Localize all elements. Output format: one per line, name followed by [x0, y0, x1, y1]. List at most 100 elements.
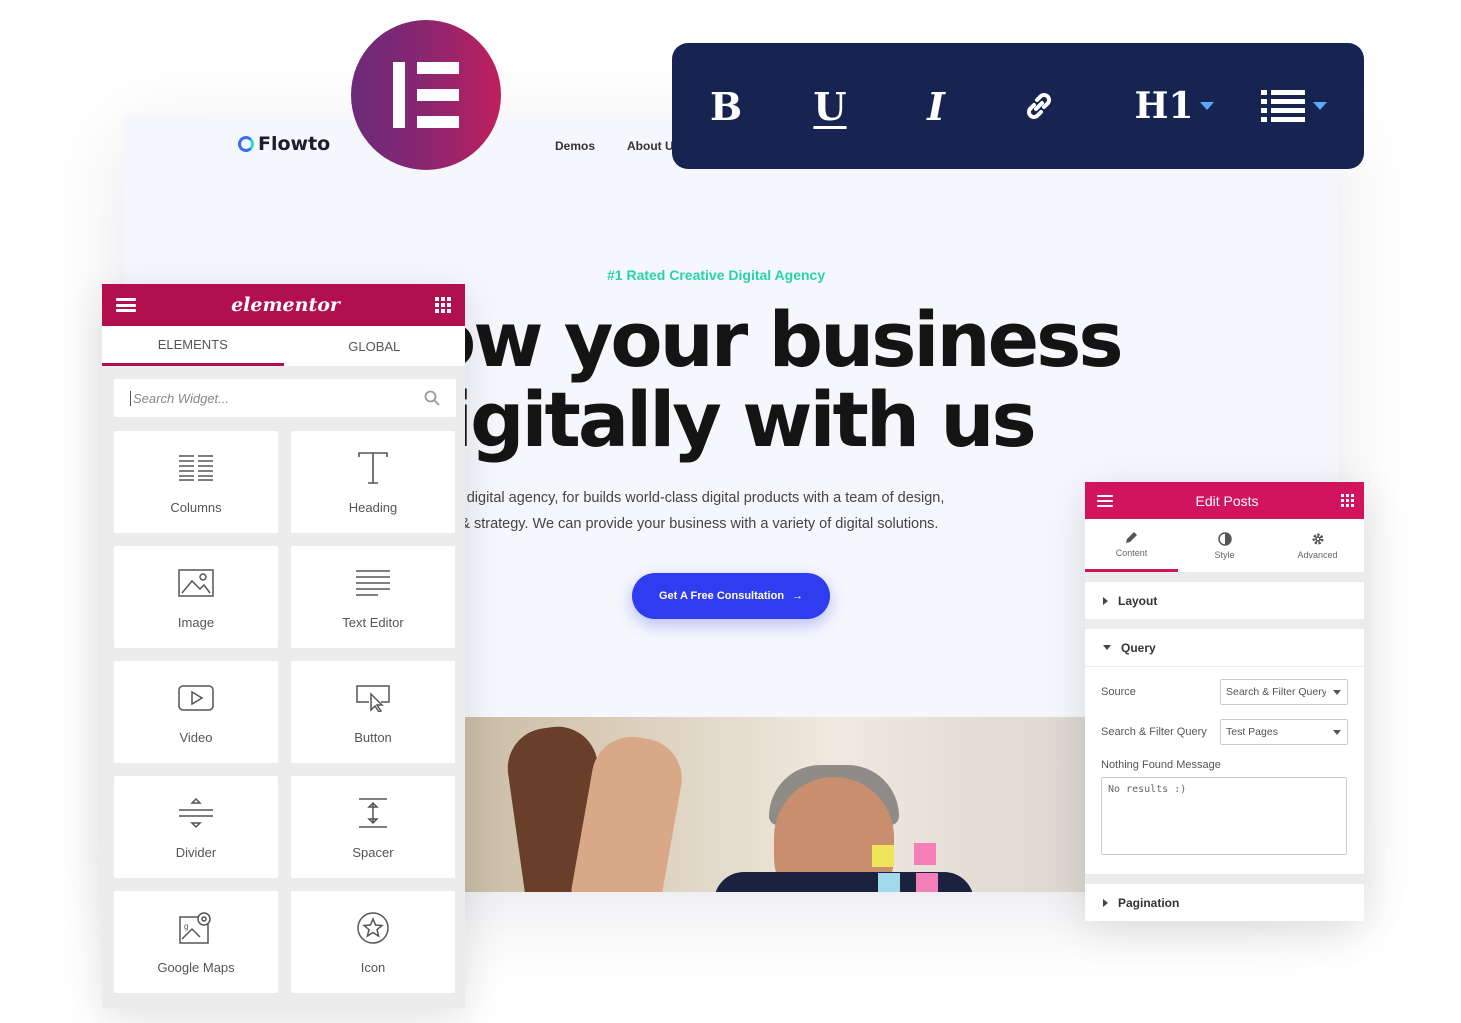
- section-pagination[interactable]: Pagination: [1085, 884, 1364, 921]
- widget-label: Google Maps: [157, 959, 235, 975]
- widget-image[interactable]: Image: [114, 546, 278, 648]
- widget-divider[interactable]: Divider: [114, 776, 278, 878]
- heading-dropdown[interactable]: H1: [1134, 43, 1214, 169]
- tab-label: Style: [1214, 549, 1235, 560]
- gear-icon: [1312, 533, 1323, 544]
- nothing-found-textarea[interactable]: No results :): [1101, 777, 1347, 855]
- sticky-note: [878, 873, 900, 892]
- chevron-down-icon: [1313, 102, 1327, 110]
- text-format-toolbar: B U I H1: [672, 43, 1364, 169]
- source-select[interactable]: Search & Filter Query: [1220, 679, 1348, 705]
- widget-button[interactable]: Button: [291, 661, 455, 763]
- sf-query-label: Search & Filter Query: [1101, 726, 1207, 738]
- contrast-icon: [1217, 531, 1232, 546]
- list-icon: [1261, 90, 1305, 122]
- sticky-note: [872, 845, 894, 867]
- sf-query-value: Test Pages: [1226, 726, 1278, 738]
- chevron-down-icon: [1199, 102, 1214, 110]
- widget-video[interactable]: Video: [114, 661, 278, 763]
- widget-heading[interactable]: Heading: [291, 431, 455, 533]
- heading-label: H1: [1134, 85, 1194, 127]
- star-icon: [355, 910, 391, 946]
- widget-icon[interactable]: Icon: [291, 891, 455, 993]
- query-controls: Source Search & Filter Query Search & Fi…: [1085, 666, 1364, 874]
- caret-down-icon: [1103, 645, 1111, 650]
- widget-label: Image: [177, 614, 215, 630]
- widget-label: Icon: [360, 959, 386, 975]
- edit-panel-header: Edit Posts: [1085, 482, 1364, 519]
- underline-button[interactable]: U: [812, 43, 848, 169]
- edit-panel-title: Edit Posts: [1195, 492, 1259, 509]
- widget-label: Video: [179, 729, 213, 745]
- spacer-icon: [355, 795, 391, 831]
- widget-spacer[interactable]: Spacer: [291, 776, 455, 878]
- hamburger-menu-icon[interactable]: [1097, 494, 1113, 507]
- video-icon: [178, 680, 214, 716]
- widget-columns[interactable]: Columns: [114, 431, 278, 533]
- apps-grid-icon[interactable]: [1341, 494, 1354, 507]
- panel-header: elementor: [102, 284, 465, 326]
- section-label: Pagination: [1118, 895, 1180, 910]
- tab-elements[interactable]: ELEMENTS: [102, 326, 284, 366]
- tab-content[interactable]: Content: [1085, 519, 1178, 572]
- widget-label: Text Editor: [342, 614, 404, 630]
- caret-right-icon: [1103, 596, 1108, 605]
- link-button[interactable]: [1016, 43, 1062, 169]
- bold-button[interactable]: B: [708, 43, 744, 169]
- widget-google-maps[interactable]: g Google Maps: [114, 891, 278, 993]
- svg-text:g: g: [184, 922, 188, 931]
- sticky-note: [914, 843, 936, 865]
- flowto-logo-icon: [238, 136, 254, 152]
- section-label: Layout: [1118, 593, 1158, 608]
- panel-tabs: ELEMENTS GLOBAL: [102, 326, 465, 366]
- chevron-down-icon: [1333, 730, 1341, 735]
- link-icon: [1027, 93, 1051, 119]
- caret-right-icon: [1103, 898, 1108, 907]
- edit-posts-panel: Edit Posts Content Style Advanced Layout…: [1085, 482, 1364, 921]
- text-editor-icon: [355, 565, 391, 601]
- section-query[interactable]: Query: [1085, 629, 1364, 666]
- sf-query-select[interactable]: Test Pages: [1220, 719, 1348, 745]
- hero-tagline: #1 Rated Creative Digital Agency: [607, 267, 826, 283]
- section-label: Query: [1121, 640, 1156, 655]
- widget-label: Button: [354, 729, 392, 745]
- elementor-brand: elementor: [231, 294, 340, 316]
- google-maps-icon: g: [178, 910, 214, 946]
- search-icon[interactable]: [424, 390, 440, 406]
- site-logo[interactable]: Flowto: [238, 133, 330, 155]
- tab-label: Content: [1115, 547, 1148, 558]
- search-widget-input[interactable]: [130, 390, 424, 406]
- image-icon: [178, 565, 214, 601]
- nav-item-demos[interactable]: Demos: [555, 139, 595, 153]
- italic-button[interactable]: I: [918, 43, 954, 169]
- nav-item-about[interactable]: About U: [627, 139, 674, 153]
- nothing-found-label: Nothing Found Message: [1101, 759, 1221, 771]
- button-icon: [355, 680, 391, 716]
- widget-label: Spacer: [352, 844, 394, 860]
- hero-title: ow your business ligitally with us: [424, 295, 1124, 464]
- tab-style[interactable]: Style: [1178, 519, 1271, 572]
- widget-label: Heading: [348, 499, 398, 515]
- cta-label: Get A Free Consultation: [658, 590, 785, 602]
- widget-text-editor[interactable]: Text Editor: [291, 546, 455, 648]
- list-dropdown[interactable]: [1256, 43, 1332, 169]
- hamburger-menu-icon[interactable]: [116, 298, 136, 312]
- arrow-right-icon: →: [792, 590, 804, 602]
- site-logo-text: Flowto: [258, 133, 331, 155]
- edit-panel-tabs: Content Style Advanced: [1085, 519, 1364, 572]
- source-label: Source: [1101, 686, 1136, 698]
- pencil-icon: [1126, 531, 1137, 543]
- hero-description: eative digital agency, for builds world-…: [424, 490, 945, 532]
- sticky-note: [916, 873, 938, 892]
- section-layout[interactable]: Layout: [1085, 582, 1364, 619]
- chevron-down-icon: [1333, 690, 1341, 695]
- source-value: Search & Filter Query: [1226, 686, 1326, 698]
- sf-query-row: Search & Filter Query Test Pages: [1101, 719, 1348, 745]
- apps-grid-icon[interactable]: [435, 297, 451, 313]
- widget-label: Divider: [175, 844, 217, 860]
- free-consultation-button[interactable]: Get A Free Consultation →: [632, 573, 830, 619]
- tab-advanced[interactable]: Advanced: [1271, 519, 1364, 572]
- tab-global[interactable]: GLOBAL: [284, 326, 466, 366]
- elementor-widgets-panel: elementor ELEMENTS GLOBAL Columns: [102, 284, 465, 1008]
- heading-icon: [355, 450, 391, 486]
